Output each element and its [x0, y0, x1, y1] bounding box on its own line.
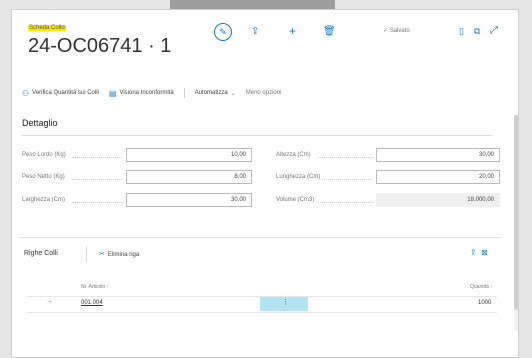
scrollbar-thumb[interactable]	[514, 115, 518, 310]
action-bar: ⚇ Verifica Quantità sui Colli ▤ Visiona …	[22, 86, 291, 100]
field-leader	[322, 179, 373, 180]
plus-icon[interactable]: +	[289, 24, 296, 38]
qty-cell: 1000	[478, 300, 492, 306]
peso-lordo-field[interactable]: 10,00	[126, 148, 252, 162]
verifica-quantita-label: Verifica Quantità sui Colli	[32, 90, 99, 96]
righe-colli-subpage	[18, 237, 502, 348]
meno-opzioni-label: Meno opzioni	[245, 90, 282, 96]
verifica-quantita-button[interactable]: ⚇ Verifica Quantità sui Colli	[22, 89, 99, 98]
righe-colli-title: Righe Colli	[24, 250, 58, 257]
share-icon[interactable]: ⇪	[470, 248, 477, 257]
pencil-icon: ✎	[219, 26, 227, 37]
trash-icon[interactable]: 🗑	[323, 26, 336, 37]
delete-row-icon: ✂	[99, 251, 105, 258]
share-icon[interactable]: ⇪	[251, 26, 259, 37]
subpage-icons: ⇪ ⊠	[470, 248, 488, 257]
page-title: 24-OC06741 · 1	[28, 35, 172, 57]
larghezza-label: Larghezza (Cm)	[22, 197, 66, 203]
altezza-label: Altezza (Cm)	[276, 152, 311, 158]
field-leader	[72, 157, 122, 158]
visiona-inconformita-button[interactable]: ▤ Visiona Inconformità	[109, 89, 174, 98]
column-header-qty[interactable]: Quantità ↑	[470, 284, 493, 290]
field-leader	[318, 202, 373, 203]
more-options-icon[interactable]: ⋮	[282, 298, 289, 306]
altezza-field[interactable]: 30,00	[376, 148, 500, 162]
elimina-riga-label: Elimina riga	[107, 252, 140, 258]
field-leader	[318, 157, 373, 158]
lunghezza-field[interactable]: 20,00	[376, 170, 500, 184]
peso-lordo-label: Peso Lordo (Kg)	[22, 152, 66, 158]
user-check-icon: ⚇	[22, 88, 30, 98]
subpage-separator	[86, 246, 87, 262]
section-divider	[22, 135, 492, 136]
open-new-icon[interactable]: ⧉	[474, 26, 480, 37]
lunghezza-label: Lunghezza (Cm)	[276, 174, 321, 180]
document-icon: ▤	[108, 88, 117, 98]
meno-opzioni-button[interactable]: Meno opzioni	[246, 90, 282, 96]
row-arrow-icon: →	[46, 298, 53, 305]
action-separator	[183, 88, 185, 98]
volume-field: 18.000,00	[376, 193, 500, 207]
peso-netto-field[interactable]: 8,00	[126, 170, 252, 184]
volume-label: Volume (Cm3)	[276, 197, 315, 203]
automatizza-label: Automatizza	[194, 90, 228, 96]
larghezza-field[interactable]: 30,00	[126, 193, 252, 207]
peso-netto-label: Peso Netto (Kg)	[22, 174, 65, 180]
visiona-inconformita-label: Visiona Inconformità	[119, 90, 174, 96]
field-leader	[72, 202, 122, 203]
edit-button[interactable]: ✎	[214, 23, 232, 41]
column-header-article[interactable]: Nr. Articolo ↑	[81, 284, 109, 290]
automatizza-menu[interactable]: Automatizza ⌄	[195, 90, 236, 97]
dettaglio-section-title: Dettaglio	[22, 118, 58, 128]
page-caption: Scheda Collo	[28, 25, 66, 31]
excel-icon[interactable]: ⊠	[481, 248, 488, 257]
expand-icon[interactable]: ⤢	[490, 25, 498, 36]
bookmark-icon[interactable]: ▯	[459, 26, 464, 37]
chevron-down-icon: ⌄	[230, 90, 236, 97]
article-link[interactable]: 001.004	[81, 300, 103, 306]
elimina-riga-button[interactable]: ✂ Elimina riga	[99, 250, 139, 258]
field-leader	[72, 179, 122, 180]
saved-status: ✓ Salvato	[383, 28, 410, 34]
